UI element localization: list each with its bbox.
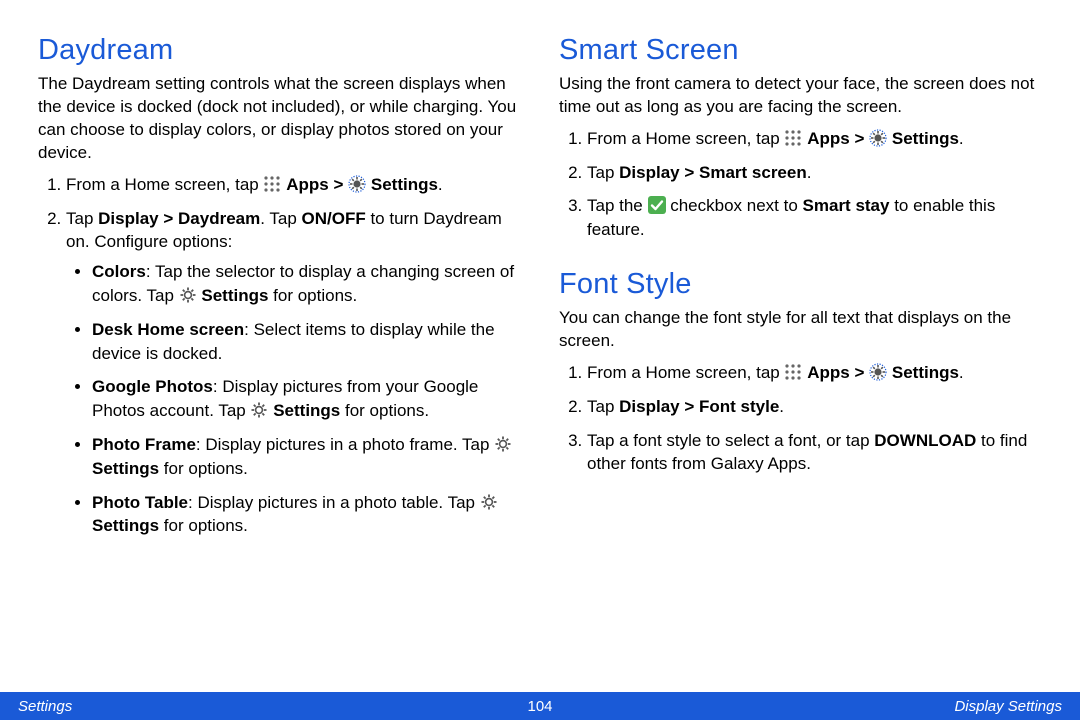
font-step-3: Tap a font style to select a font, or ta… — [587, 429, 1042, 477]
page-number: 104 — [527, 698, 552, 715]
font-intro: You can change the font style for all te… — [559, 307, 1042, 353]
smart-step-3: Tap the checkbox next to Smart stay to e… — [587, 194, 1042, 242]
footer-left: Settings — [18, 698, 72, 715]
daydream-intro: The Daydream setting controls what the s… — [38, 73, 521, 165]
apps-icon — [784, 363, 802, 381]
opt-colors: Colors: Tap the selector to display a ch… — [92, 260, 521, 308]
page-footer: Settings 104 Display Settings — [0, 692, 1080, 720]
apps-icon — [784, 129, 802, 147]
opt-photo-table: Photo Table: Display pictures in a photo… — [92, 491, 521, 539]
daydream-step-1: From a Home screen, tap Apps > Settings. — [66, 173, 521, 197]
settings-gear-icon — [869, 129, 887, 147]
cog-icon — [179, 286, 197, 304]
daydream-step-2: Tap Display > Daydream. Tap ON/OFF to tu… — [66, 207, 521, 539]
cog-icon — [494, 435, 512, 453]
opt-google-photos: Google Photos: Display pictures from you… — [92, 375, 521, 423]
font-step-2: Tap Display > Font style. — [587, 395, 1042, 419]
heading-font-style: Font Style — [559, 268, 1042, 301]
smart-intro: Using the front camera to detect your fa… — [559, 73, 1042, 119]
settings-gear-icon — [869, 363, 887, 381]
apps-icon — [263, 175, 281, 193]
opt-desk-home: Desk Home screen: Select items to displa… — [92, 318, 521, 366]
smart-step-1: From a Home screen, tap Apps > Settings. — [587, 127, 1042, 151]
settings-gear-icon — [348, 175, 366, 193]
smart-step-2: Tap Display > Smart screen. — [587, 161, 1042, 185]
font-step-1: From a Home screen, tap Apps > Settings. — [587, 361, 1042, 385]
heading-smart-screen: Smart Screen — [559, 34, 1042, 67]
cog-icon — [250, 401, 268, 419]
footer-right: Display Settings — [954, 698, 1062, 715]
manual-page: Daydream The Daydream setting controls w… — [0, 0, 1080, 720]
checkbox-icon — [648, 196, 666, 214]
right-column: Smart Screen Using the front camera to d… — [559, 34, 1042, 674]
heading-daydream: Daydream — [38, 34, 521, 67]
left-column: Daydream The Daydream setting controls w… — [38, 34, 521, 674]
opt-photo-frame: Photo Frame: Display pictures in a photo… — [92, 433, 521, 481]
cog-icon — [480, 493, 498, 511]
